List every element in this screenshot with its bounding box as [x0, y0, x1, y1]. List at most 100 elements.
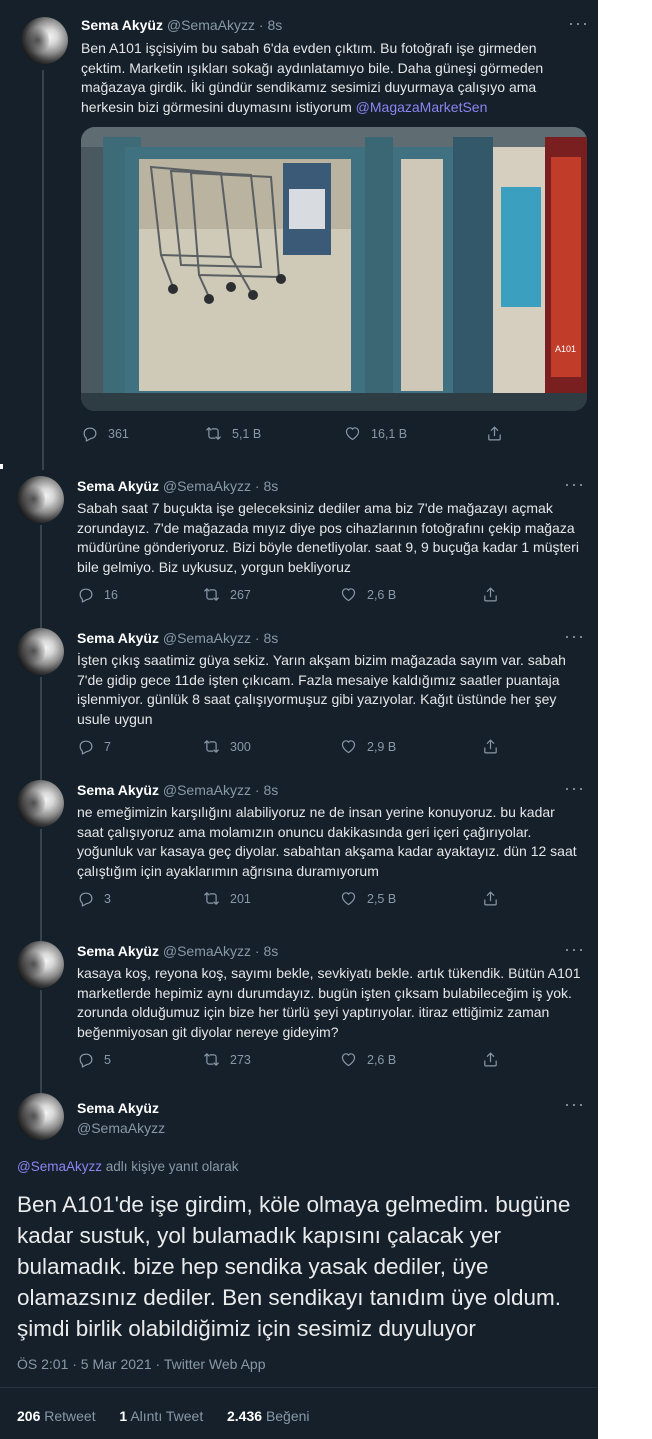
tweet-header: Sema Akyüz @SemaAkyzz · 8s [77, 478, 279, 494]
tweet-text: Sabah saat 7 buçukta işe geleceksiniz de… [77, 500, 579, 575]
tweet-time[interactable]: 8s [263, 630, 278, 646]
like-icon [340, 1051, 357, 1068]
reply-count: 7 [104, 739, 111, 754]
tweet-header: Sema Akyüz @SemaAkyzz · 8s [81, 17, 283, 33]
reply-button[interactable]: 5 [77, 1051, 111, 1068]
share-icon [482, 738, 499, 755]
tweet-reply[interactable]: Sema Akyüz @SemaAkyzz · 8s ··· kasaya ko… [0, 929, 598, 1081]
more-icon[interactable]: ··· [568, 13, 589, 34]
tweet-reply[interactable]: Sema Akyüz @SemaAkyzz · 8s ··· Sabah saa… [0, 464, 598, 616]
author-name[interactable]: Sema Akyüz [77, 478, 159, 494]
avatar[interactable] [21, 17, 68, 64]
author-handle[interactable]: @SemaAkyzz [163, 782, 251, 798]
retweet-count: 201 [230, 891, 251, 906]
retweet-button[interactable]: 300 [203, 738, 251, 755]
store-entrance-image: A101 [81, 127, 587, 411]
author-handle[interactable]: @SemaAkyzz [77, 1118, 165, 1138]
retweet-button[interactable]: 5,1 B [205, 425, 261, 442]
like-count: 2,9 B [367, 739, 397, 754]
share-icon [482, 586, 499, 603]
more-icon[interactable]: ··· [564, 474, 585, 495]
retweet-stat[interactable]: 206 Retweet [17, 1408, 100, 1424]
author-handle[interactable]: @SemaAkyzz [163, 478, 251, 494]
mention-link[interactable]: @MagazaMarketSen [356, 99, 488, 115]
reply-mention-link[interactable]: @SemaAkyzz [17, 1159, 102, 1174]
tweet-time[interactable]: 8s [267, 17, 282, 33]
reply-icon [77, 586, 94, 603]
share-button[interactable] [482, 890, 499, 907]
avatar[interactable] [17, 476, 64, 523]
retweet-count: 267 [230, 587, 251, 602]
like-button[interactable]: 2,9 B [340, 738, 396, 755]
tweet-reply[interactable]: Sema Akyüz @SemaAkyzz · 8s ··· İşten çık… [0, 616, 598, 768]
like-button[interactable]: 2,6 B [340, 586, 396, 603]
retweet-count: 273 [230, 1052, 251, 1067]
like-button[interactable]: 2,6 B [340, 1051, 396, 1068]
retweet-button[interactable]: 201 [203, 890, 251, 907]
tweet-time[interactable]: 8s [263, 943, 278, 959]
tweet-photo[interactable]: A101 [81, 127, 587, 411]
tweet-time[interactable]: 8s [263, 782, 278, 798]
reply-button[interactable]: 16 [77, 586, 118, 603]
tweet-focused: Sema Akyüz @SemaAkyzz ··· @SemaAkyzz adl… [0, 1081, 598, 1439]
more-icon[interactable]: ··· [564, 939, 585, 960]
share-button[interactable] [482, 586, 499, 603]
retweet-count: 300 [230, 739, 251, 754]
avatar[interactable] [17, 628, 64, 675]
reply-button[interactable]: 3 [77, 890, 111, 907]
author-name[interactable]: Sema Akyüz [77, 782, 159, 798]
tweet-time[interactable]: 8s [263, 478, 278, 494]
reply-icon [81, 425, 98, 442]
author-name[interactable]: Sema Akyüz [77, 1098, 165, 1118]
more-icon[interactable]: ··· [564, 1094, 585, 1115]
reply-icon [77, 1051, 94, 1068]
tweet-main[interactable]: Sema Akyüz @SemaAkyzz · 8s ··· Ben A101 … [0, 0, 598, 464]
author-name[interactable]: Sema Akyüz [81, 17, 163, 33]
more-icon[interactable]: ··· [564, 626, 585, 647]
author-handle[interactable]: @SemaAkyzz [163, 630, 251, 646]
author-handle[interactable]: @SemaAkyzz [167, 17, 255, 33]
reply-button[interactable]: 7 [77, 738, 111, 755]
tweet-actions: 361 5,1 B 16,1 B [81, 425, 521, 445]
tweet-text: İşten çıkış saatimiz güya sekiz. Yarın a… [77, 652, 566, 727]
reply-icon [77, 738, 94, 755]
divider [0, 1387, 598, 1388]
share-icon [482, 1051, 499, 1068]
retweet-icon [203, 1051, 220, 1068]
retweet-button[interactable]: 273 [203, 1051, 251, 1068]
reply-count: 3 [104, 891, 111, 906]
author-name[interactable]: Sema Akyüz [77, 630, 159, 646]
author-name[interactable]: Sema Akyüz [77, 943, 159, 959]
like-stat[interactable]: 2.436 Beğeni [227, 1408, 310, 1424]
like-button[interactable]: 16,1 B [344, 425, 407, 442]
quote-stat[interactable]: 1 Alıntı Tweet [119, 1408, 207, 1424]
tweet-text: Ben A101 işçisiyim bu sabah 6'da evden ç… [81, 40, 544, 115]
avatar[interactable] [17, 780, 64, 827]
retweet-icon [203, 890, 220, 907]
retweet-button[interactable]: 267 [203, 586, 251, 603]
reply-context: @SemaAkyzz adlı kişiye yanıt olarak [17, 1159, 239, 1174]
tweet-reply[interactable]: Sema Akyüz @SemaAkyzz · 8s ··· ne emeğim… [0, 768, 598, 929]
avatar[interactable] [17, 1093, 64, 1140]
tweet-actions: 3 201 2,5 B [77, 890, 517, 910]
tweet-text: ne emeğimizin karşılığını alabiliyoruz n… [77, 804, 577, 879]
tweet-actions: 16 267 2,6 B [77, 586, 517, 606]
reply-icon [77, 890, 94, 907]
reply-count: 16 [104, 587, 118, 602]
more-icon[interactable]: ··· [564, 778, 585, 799]
share-button[interactable] [482, 738, 499, 755]
tweet-meta[interactable]: ÖS 2:01 · 5 Mar 2021 · Twitter Web App [17, 1356, 266, 1372]
reply-button[interactable]: 361 [81, 425, 129, 442]
sign-text: A101 [555, 344, 576, 354]
like-icon [344, 425, 361, 442]
share-button[interactable] [482, 1051, 499, 1068]
author-handle[interactable]: @SemaAkyzz [163, 943, 251, 959]
share-button[interactable] [486, 425, 503, 442]
like-count: 2,6 B [367, 1052, 397, 1067]
avatar[interactable] [17, 941, 64, 988]
retweet-icon [203, 738, 220, 755]
like-button[interactable]: 2,5 B [340, 890, 396, 907]
reply-count: 361 [108, 426, 129, 441]
tweet-header: Sema Akyüz @SemaAkyzz [77, 1098, 165, 1138]
tweet-text: kasaya koş, reyona koş, sayımı bekle, se… [77, 965, 581, 1040]
